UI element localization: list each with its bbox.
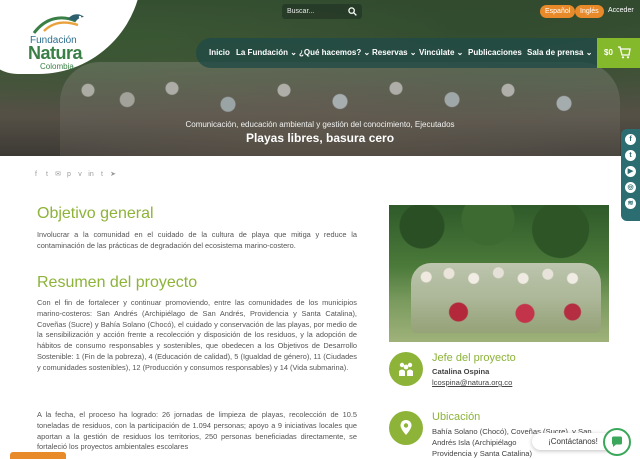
summary-paragraph-1: Con el fin de fortalecer y continuar pro… bbox=[37, 298, 357, 372]
location-line-2: Andrés Isla (Archipiélago bbox=[432, 438, 517, 447]
search-icon[interactable] bbox=[348, 7, 357, 16]
nav-item-inicio[interactable]: Inicio bbox=[209, 48, 230, 57]
cart-total: $0 bbox=[604, 48, 613, 57]
objective-text: Involucrar a la comunidad en el cuidado … bbox=[37, 230, 357, 250]
location-heading: Ubicación bbox=[432, 411, 481, 423]
site-logo[interactable]: Fundación Natura Colombia bbox=[18, 9, 118, 71]
logo-text-natura: Natura bbox=[28, 43, 83, 63]
share-bar: f t ✉ p v in t ➤ bbox=[32, 171, 117, 179]
twitter-icon[interactable]: t bbox=[625, 150, 636, 161]
project-photo bbox=[389, 205, 609, 342]
hero-categories[interactable]: Comunicación, educación ambiental y gest… bbox=[0, 120, 640, 129]
email-icon[interactable]: ✉ bbox=[54, 171, 62, 179]
social-sidebar: f t ▶ ◎ ≋ bbox=[621, 129, 640, 221]
nav-item-vinculate[interactable]: Vincúlate ⌄ bbox=[419, 48, 463, 57]
summary-paragraph-2: A la fecha, el proceso ha logrado: 26 jo… bbox=[37, 410, 357, 452]
page-title: Playas libres, basura cero bbox=[245, 131, 395, 145]
project-chief-badge bbox=[389, 352, 423, 386]
pinterest-icon[interactable]: p bbox=[65, 171, 73, 179]
location-badge bbox=[389, 411, 423, 445]
project-chief-name: Catalina Ospina bbox=[432, 367, 490, 376]
telegram-icon[interactable]: ➤ bbox=[109, 171, 117, 179]
spotify-icon[interactable]: ≋ bbox=[625, 198, 636, 209]
cart-button[interactable]: $0 bbox=[597, 38, 640, 68]
people-icon bbox=[399, 362, 413, 376]
facebook-icon[interactable]: f bbox=[32, 171, 40, 179]
chat-button[interactable] bbox=[603, 428, 631, 456]
bottom-tab[interactable] bbox=[10, 452, 66, 459]
search-input[interactable] bbox=[287, 8, 345, 15]
linkedin-icon[interactable]: in bbox=[87, 171, 95, 179]
logo-text-colombia: Colombia bbox=[40, 62, 74, 71]
objective-heading: Objetivo general bbox=[37, 205, 154, 222]
project-chief-heading: Jefe del proyecto bbox=[432, 352, 516, 364]
project-chief-email[interactable]: lcospina@natura.org.co bbox=[432, 377, 512, 388]
language-english-button[interactable]: Inglés bbox=[575, 5, 604, 18]
contact-us-button[interactable]: ¡Contáctanos! bbox=[532, 433, 614, 450]
login-link[interactable]: Acceder bbox=[608, 7, 634, 14]
youtube-icon[interactable]: ▶ bbox=[625, 166, 636, 177]
nav-item-la-fundacion[interactable]: La Fundación ⌄ bbox=[236, 48, 297, 57]
chat-icon bbox=[612, 436, 622, 447]
nav-item-reservas[interactable]: Reservas ⌄ bbox=[372, 48, 417, 57]
main-navigation: Inicio La Fundación ⌄ ¿Qué hacemos? ⌄ Re… bbox=[196, 38, 640, 68]
cart-icon bbox=[618, 46, 631, 59]
language-spanish-button[interactable]: Español bbox=[540, 5, 576, 18]
instagram-icon[interactable]: ◎ bbox=[625, 182, 636, 193]
map-pin-icon bbox=[400, 420, 412, 435]
hummingbird-logo-icon bbox=[32, 14, 84, 34]
vk-icon[interactable]: v bbox=[76, 171, 84, 179]
twitter-icon[interactable]: t bbox=[43, 171, 51, 179]
nav-item-publicaciones[interactable]: Publicaciones bbox=[468, 48, 522, 57]
facebook-icon[interactable]: f bbox=[625, 134, 636, 145]
nav-item-sala-de-prensa[interactable]: Sala de prensa ⌄ bbox=[527, 48, 592, 57]
location-line-3: Providencia y Santa Catalina) bbox=[432, 449, 533, 458]
summary-heading: Resumen del proyecto bbox=[37, 274, 198, 291]
search-box bbox=[282, 4, 362, 19]
tumblr-icon[interactable]: t bbox=[98, 171, 106, 179]
nav-item-que-hacemos[interactable]: ¿Qué hacemos? ⌄ bbox=[299, 48, 370, 57]
